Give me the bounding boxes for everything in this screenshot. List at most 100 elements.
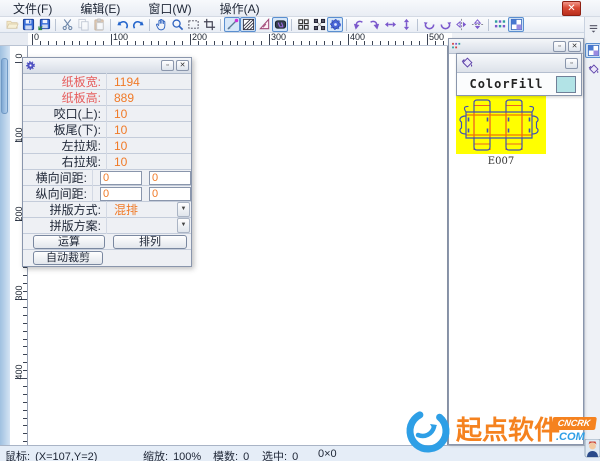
pan-hand-icon[interactable] xyxy=(153,17,169,32)
ruler-tick xyxy=(309,41,310,45)
ruler-tick xyxy=(245,41,246,45)
ruler-tick xyxy=(324,41,325,45)
panel-close-button[interactable]: ✕ xyxy=(568,41,581,52)
flip-horizontal-icon[interactable] xyxy=(382,17,398,32)
ruler-tick xyxy=(23,418,27,419)
ruler-tick xyxy=(56,41,57,45)
ruler-tick xyxy=(111,34,112,45)
dialog-titlebar[interactable]: ▫ ✕ xyxy=(23,58,191,74)
rail-paint-bucket-icon[interactable] xyxy=(585,62,600,77)
ruler-tick xyxy=(23,331,27,332)
flag-icon[interactable] xyxy=(508,17,524,32)
ruler-tick xyxy=(23,307,27,308)
ruler-tick xyxy=(23,402,27,403)
vertical-gap-input-1[interactable] xyxy=(100,187,142,201)
rail-flag-icon[interactable] xyxy=(585,43,600,58)
redo-icon[interactable] xyxy=(130,17,146,32)
tile-grid-icon[interactable] xyxy=(295,17,311,32)
ruler-tick xyxy=(151,41,152,45)
colorfill-body: ColorFill xyxy=(457,73,581,95)
dimension-icon[interactable] xyxy=(224,17,240,32)
arrange-button[interactable]: 排列 xyxy=(113,235,187,249)
ruler-tick xyxy=(23,267,27,268)
dialog-minimize-button[interactable]: ▫ xyxy=(161,60,174,71)
horizontal-gap-input-1[interactable] xyxy=(100,171,142,185)
toolbar-separator xyxy=(110,19,111,31)
menu-file[interactable]: 文件(F) xyxy=(10,0,55,18)
save-export-icon[interactable] xyxy=(36,17,52,32)
toolbar xyxy=(0,17,600,33)
ruler-tick xyxy=(372,41,373,45)
ruler-tick xyxy=(48,41,49,45)
ruler-tick xyxy=(214,41,215,45)
menu-window[interactable]: 窗口(W) xyxy=(145,0,194,18)
diecut-icon[interactable] xyxy=(272,17,288,32)
rotate-left-icon[interactable] xyxy=(350,17,366,32)
field-value[interactable]: 10 xyxy=(107,123,191,137)
gear-icon[interactable] xyxy=(327,17,343,32)
imposition-dialog: ▫ ✕ 纸板宽: 1194 纸板高: 889 咬口(上): 10 板尾(下): … xyxy=(22,57,192,267)
save-icon[interactable] xyxy=(20,17,36,32)
marquee-icon[interactable] xyxy=(185,17,201,32)
toolbar-separator xyxy=(346,19,347,31)
rotate-right-icon[interactable] xyxy=(366,17,382,32)
layout-mode-value[interactable]: 混排 xyxy=(107,201,177,218)
toolbar-separator xyxy=(55,19,56,31)
left-scroll-thumb[interactable] xyxy=(1,58,8,114)
colorfill-minimize-button[interactable]: ▫ xyxy=(565,58,578,69)
crop-icon[interactable] xyxy=(201,17,217,32)
colorfill-swatch[interactable] xyxy=(556,76,576,93)
dialog-close-button[interactable]: ✕ xyxy=(176,60,189,71)
spin-cw-icon[interactable] xyxy=(437,17,453,32)
open-folder-icon[interactable] xyxy=(4,17,20,32)
colorfill-titlebar[interactable]: ▫ xyxy=(457,54,581,73)
auto-trim-button[interactable]: 自动裁剪 xyxy=(33,251,103,265)
ruler-tick xyxy=(23,354,27,355)
ruler-label: 0 xyxy=(34,33,39,42)
flip-vertical-icon[interactable] xyxy=(398,17,414,32)
field-label: 纵向间距: xyxy=(23,185,93,202)
layout-scheme-dropdown-button[interactable]: ▼ xyxy=(177,218,190,233)
compute-button[interactable]: 运算 xyxy=(33,235,105,249)
field-row-left-guide: 左拉规: 10 xyxy=(23,138,191,154)
field-label: 拼版方案: xyxy=(23,217,107,234)
panel-titlebar[interactable]: ▫ ✕ xyxy=(449,39,583,54)
rail-overflow-button[interactable] xyxy=(585,20,600,35)
template-thumbnail[interactable] xyxy=(456,94,546,154)
ruler-label: 300 xyxy=(14,284,24,302)
colorfill-label: ColorFill xyxy=(457,77,556,91)
field-row-gripper-top: 咬口(上): 10 xyxy=(23,106,191,122)
status-selected-count: 选中:0 xyxy=(262,448,298,461)
ruler-tick xyxy=(72,41,73,45)
mirror-horizontal-icon[interactable] xyxy=(453,17,469,32)
set-square-icon[interactable] xyxy=(256,17,272,32)
hatch-fill-icon[interactable] xyxy=(240,17,256,32)
field-label: 拼版方式: xyxy=(23,201,107,218)
field-value[interactable]: 10 xyxy=(107,139,191,153)
panel-minimize-button[interactable]: ▫ xyxy=(553,41,566,52)
field-value[interactable]: 10 xyxy=(107,107,191,121)
field-value[interactable]: 889 xyxy=(107,91,191,105)
distribute-icon[interactable] xyxy=(492,17,508,32)
copy-icon[interactable] xyxy=(75,17,91,32)
mirror-vertical-icon[interactable] xyxy=(469,17,485,32)
horizontal-gap-input-2[interactable] xyxy=(149,171,191,185)
ruler-tick xyxy=(340,41,341,45)
toolbar-separator xyxy=(220,19,221,31)
window-close-button[interactable]: ✕ xyxy=(562,1,581,16)
layout-mode-dropdown-button[interactable]: ▼ xyxy=(177,202,190,217)
spin-ccw-icon[interactable] xyxy=(421,17,437,32)
scatter-grid-icon[interactable] xyxy=(311,17,327,32)
paste-icon[interactable] xyxy=(91,17,107,32)
field-value[interactable]: 10 xyxy=(107,155,191,169)
ruler-tick xyxy=(388,41,389,45)
menu-edit[interactable]: 编辑(E) xyxy=(77,0,123,18)
zoom-icon[interactable] xyxy=(169,17,185,32)
field-value[interactable]: 1194 xyxy=(107,75,191,89)
vertical-gap-input-2[interactable] xyxy=(149,187,191,201)
ruler-tick xyxy=(348,34,349,45)
cut-icon[interactable] xyxy=(59,17,75,32)
menu-operate[interactable]: 操作(A) xyxy=(217,0,263,18)
undo-icon[interactable] xyxy=(114,17,130,32)
field-row-sheet-width: 纸板宽: 1194 xyxy=(23,74,191,90)
